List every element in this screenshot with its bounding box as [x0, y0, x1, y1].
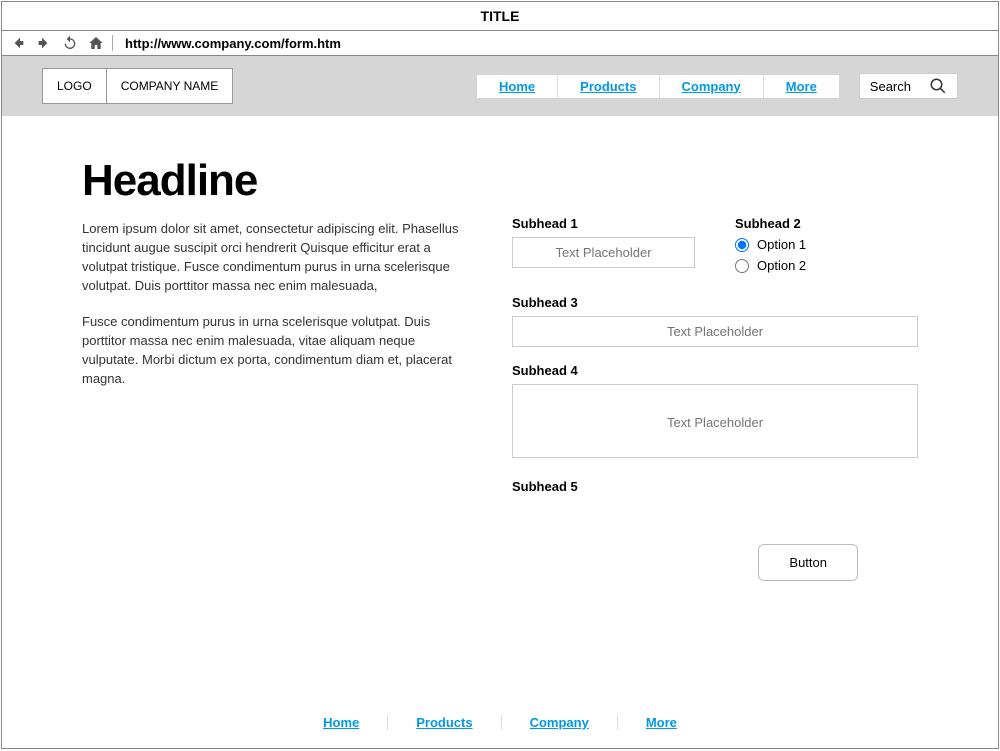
- footer: Home Products Company More: [2, 699, 998, 748]
- field-group-5: Subhead 5: [512, 479, 918, 494]
- field-group-1: Subhead 1: [512, 216, 695, 279]
- paragraph-2: Fusce condimentum purus in urna sceleris…: [82, 313, 462, 388]
- textarea-4[interactable]: [512, 384, 918, 458]
- field-group-3: Subhead 3: [512, 295, 918, 347]
- text-input-3[interactable]: [512, 316, 918, 347]
- browser-toolbar: http://www.company.com/form.htm: [2, 31, 998, 56]
- button-row: Button: [512, 544, 918, 581]
- main-content: Headline Lorem ipsum dolor sit amet, con…: [2, 116, 998, 699]
- radio-group: Option 1 Option 2: [735, 237, 918, 273]
- radio-option-1[interactable]: Option 1: [735, 237, 918, 252]
- back-arrow-icon[interactable]: [10, 35, 26, 51]
- footer-link-company[interactable]: Company: [502, 715, 618, 730]
- subhead-1: Subhead 1: [512, 216, 695, 231]
- footer-link-home[interactable]: Home: [295, 715, 388, 730]
- subhead-2: Subhead 2: [735, 216, 918, 231]
- text-input-1[interactable]: [512, 237, 695, 268]
- radio-1[interactable]: [735, 238, 749, 252]
- field-group-2: Subhead 2 Option 1 Option 2: [735, 216, 918, 279]
- headline: Headline: [82, 156, 462, 206]
- subhead-4: Subhead 4: [512, 363, 918, 378]
- company-name: COMPANY NAME: [106, 68, 234, 104]
- radio-2-label: Option 2: [757, 258, 806, 273]
- nav-link-products[interactable]: Products: [558, 75, 659, 98]
- header-nav: Home Products Company More Search: [477, 73, 958, 99]
- submit-button[interactable]: Button: [758, 544, 858, 581]
- nav-link-more[interactable]: More: [764, 75, 839, 98]
- forward-arrow-icon[interactable]: [36, 35, 52, 51]
- window-title: TITLE: [2, 2, 998, 31]
- url-bar[interactable]: http://www.company.com/form.htm: [121, 36, 341, 51]
- search-box[interactable]: Search: [859, 73, 958, 99]
- article: Headline Lorem ipsum dolor sit amet, con…: [82, 156, 462, 689]
- paragraph-1: Lorem ipsum dolor sit amet, consectetur …: [82, 220, 462, 295]
- search-icon[interactable]: [929, 77, 947, 95]
- nav-links: Home Products Company More: [477, 75, 839, 98]
- form-area: Subhead 1 Subhead 2 Option 1 Option 2 Su…: [512, 156, 918, 689]
- search-placeholder: Search: [870, 79, 911, 94]
- home-icon[interactable]: [88, 35, 104, 51]
- subhead-5: Subhead 5: [512, 479, 918, 494]
- nav-link-home[interactable]: Home: [477, 75, 558, 98]
- nav-link-company[interactable]: Company: [660, 75, 764, 98]
- brand: LOGO COMPANY NAME: [42, 68, 233, 104]
- field-group-4: Subhead 4: [512, 363, 918, 463]
- footer-link-more[interactable]: More: [618, 715, 705, 730]
- site-header: LOGO COMPANY NAME Home Products Company …: [2, 56, 998, 116]
- subhead-3: Subhead 3: [512, 295, 918, 310]
- radio-1-label: Option 1: [757, 237, 806, 252]
- footer-link-products[interactable]: Products: [388, 715, 501, 730]
- radio-2[interactable]: [735, 259, 749, 273]
- reload-icon[interactable]: [62, 35, 78, 51]
- logo[interactable]: LOGO: [42, 68, 106, 104]
- browser-window: TITLE http://www.company.com/form.htm LO…: [1, 1, 999, 749]
- radio-option-2[interactable]: Option 2: [735, 258, 918, 273]
- footer-links: Home Products Company More: [2, 715, 998, 730]
- nav-icons: [10, 35, 113, 51]
